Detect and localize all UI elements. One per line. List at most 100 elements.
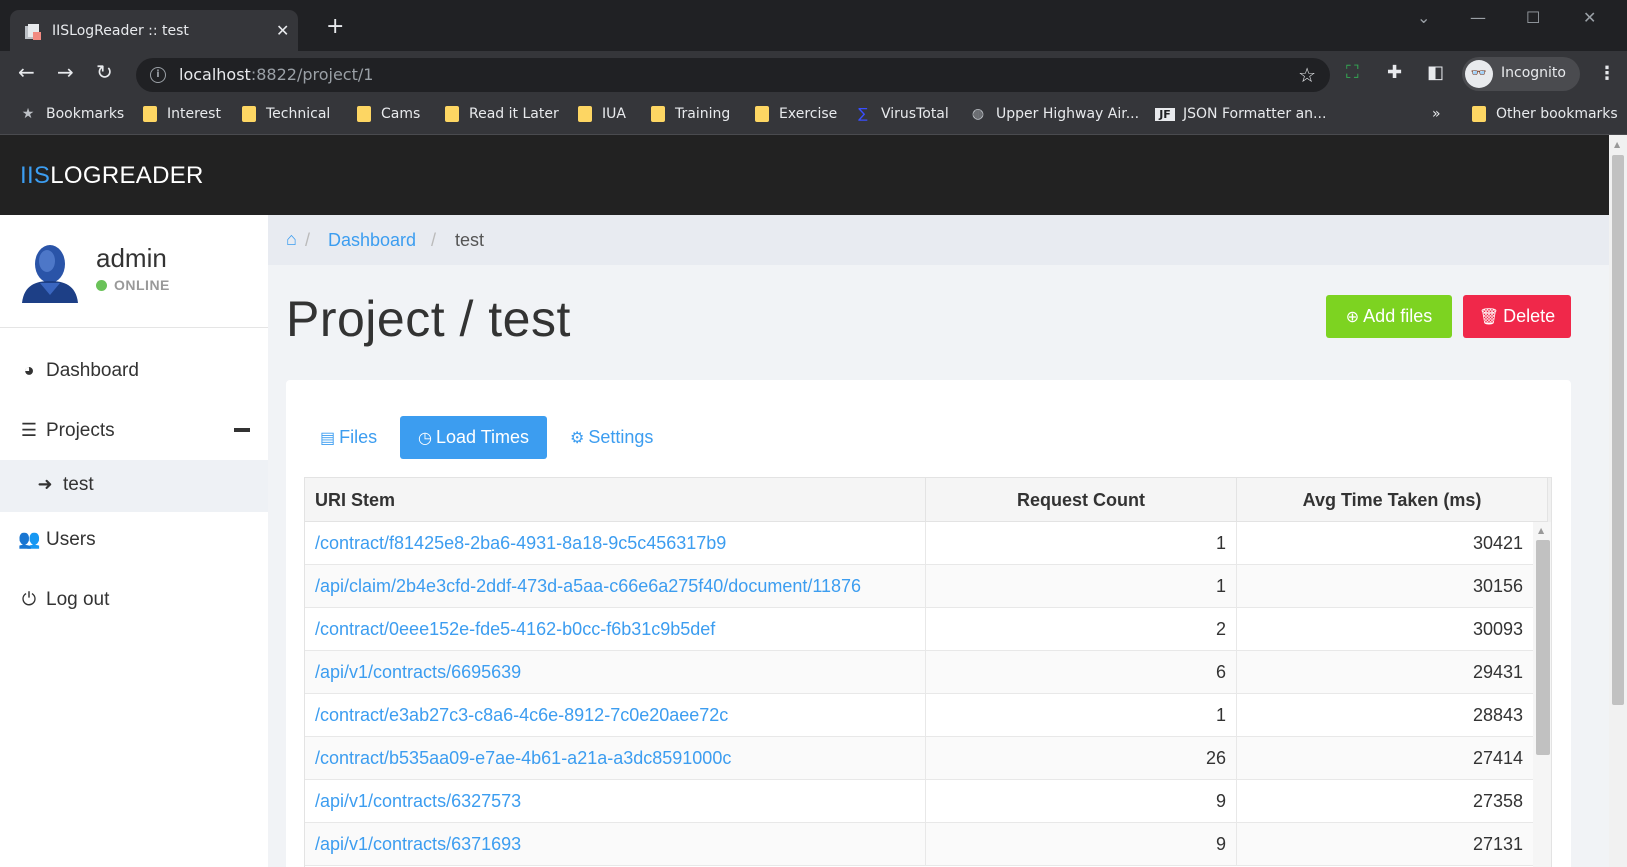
browser-menu-icon[interactable]: ⋮	[1598, 63, 1616, 84]
uri-stem-link[interactable]: /contract/0eee152e-fde5-4162-b0cc-f6b31c…	[305, 608, 926, 651]
folder-icon	[578, 106, 592, 122]
avg-time-cell: 27414	[1472, 748, 1523, 768]
load-times-table: URI Stem Request Count Avg Time Taken (m…	[304, 477, 1552, 867]
side-panel-icon[interactable]: ◧	[1427, 64, 1444, 82]
arrow-right-icon: ➜	[37, 474, 53, 494]
bookmark-folder-training[interactable]: Training	[651, 106, 730, 122]
delete-button[interactable]: 🗑 Delete	[1463, 295, 1571, 338]
folder-icon	[651, 106, 665, 122]
page-scrollbar[interactable]: ▲	[1609, 135, 1627, 867]
json-formatter-icon: JF	[1155, 107, 1175, 121]
table-row: /api/v1/contracts/6327573 9 27358	[305, 780, 1533, 823]
table-row: /contract/0eee152e-fde5-4162-b0cc-f6b31c…	[305, 608, 1533, 651]
bookmark-folder-cams[interactable]: Cams	[357, 106, 420, 122]
scroll-up-icon[interactable]: ▲	[1538, 526, 1544, 535]
tab-files[interactable]: ▤ Files	[302, 416, 395, 459]
table-row: /contract/f81425e8-2ba6-4931-8a18-9c5c45…	[305, 522, 1533, 565]
new-tab-icon[interactable]: +	[326, 16, 344, 38]
bookmark-folder-interest[interactable]: Interest	[143, 106, 221, 122]
back-icon[interactable]: ←	[18, 62, 35, 82]
sidebar-item-project-test[interactable]: ➜ test	[0, 460, 268, 512]
dashboard-icon: ◕	[23, 360, 35, 380]
sidebar-item-users[interactable]: 👥 Users	[0, 515, 268, 567]
table-scrollbar-thumb[interactable]	[1536, 540, 1550, 755]
bookmark-star-icon[interactable]: ☆	[1298, 63, 1316, 87]
minimize-icon[interactable]: —	[1470, 8, 1486, 27]
breadcrumb: ⌂ / Dashboard / test	[268, 215, 1609, 265]
tab-settings[interactable]: ⚙ Settings	[552, 416, 671, 459]
users-icon: 👥	[18, 529, 41, 549]
bookmark-upper-highway[interactable]: ◍ Upper Highway Air...	[968, 106, 1139, 122]
sidebar-item-logout[interactable]: ⏻ Log out	[0, 575, 268, 627]
browser-tab[interactable]: IISLogReader :: test ✕	[10, 10, 298, 51]
bookmark-folder-technical[interactable]: Technical	[242, 106, 330, 122]
app-logo[interactable]: IISLOGREADER	[20, 162, 204, 190]
scroll-up-icon[interactable]: ▲	[1614, 140, 1620, 149]
page-scrollbar-thumb[interactable]	[1612, 155, 1624, 705]
breadcrumb-separator: /	[305, 230, 311, 250]
reload-icon[interactable]: ↻	[96, 62, 113, 82]
tab-load-times[interactable]: ◷ Load Times	[400, 416, 548, 459]
table-body: /contract/f81425e8-2ba6-4931-8a18-9c5c45…	[305, 522, 1533, 866]
bookmark-bookmarks[interactable]: ★ Bookmarks	[18, 106, 125, 122]
uri-stem-link[interactable]: /contract/f81425e8-2ba6-4931-8a18-9c5c45…	[305, 522, 926, 565]
incognito-profile-button[interactable]: 👓 Incognito	[1462, 57, 1580, 91]
folder-icon	[357, 106, 371, 122]
address-url: localhost:8822/project/1	[179, 65, 374, 84]
uri-stem-link[interactable]: /api/v1/contracts/6371693	[305, 823, 926, 866]
table-scrollbar[interactable]: ▲	[1533, 522, 1551, 867]
uri-stem-link[interactable]: /api/v1/contracts/6327573	[305, 780, 926, 823]
uri-stem-link[interactable]: /api/v1/contracts/6695639	[305, 651, 926, 694]
incognito-label: Incognito	[1501, 65, 1566, 81]
bookmarks-overflow-chevron-icon[interactable]: »	[1432, 106, 1441, 122]
page-title: Project / test	[286, 291, 571, 347]
breadcrumb-dashboard-link[interactable]: Dashboard	[328, 230, 416, 251]
uri-stem-link[interactable]: /contract/b535aa09-e7ae-4b61-a21a-a3dc85…	[305, 737, 926, 780]
table-row: /api/claim/2b4e3cfd-2ddf-473d-a5aa-c66e6…	[305, 565, 1533, 608]
bars-icon: ☰	[20, 420, 38, 440]
browser-tab-strip: IISLogReader :: test ✕ + ⌄ — ☐ ✕	[0, 0, 1627, 51]
request-count-cell: 26	[926, 737, 1237, 780]
forward-icon[interactable]: →	[57, 62, 74, 82]
request-count-cell: 9	[926, 823, 1237, 866]
bookmark-folder-read-it-later[interactable]: Read it Later	[445, 106, 559, 122]
power-icon: ⏻	[21, 589, 37, 609]
address-bar[interactable]: i localhost:8822/project/1 ☆	[136, 58, 1330, 92]
request-count-cell: 1	[926, 522, 1237, 565]
plus-circle-icon: ⊕	[1345, 308, 1360, 326]
sidebar-item-projects[interactable]: ☰ Projects	[0, 406, 268, 458]
site-info-icon[interactable]: i	[150, 67, 166, 83]
avg-time-cell: 27358	[1472, 791, 1523, 811]
extensions-icon[interactable]: ✚	[1387, 64, 1402, 82]
uri-stem-link[interactable]: /contract/e3ab27c3-c8a6-4c6e-8912-7c0e20…	[305, 694, 926, 737]
header-scroll-spacer	[1548, 478, 1551, 522]
add-files-button[interactable]: ⊕ Add files	[1326, 295, 1452, 338]
tab-search-icon[interactable]: ⌄	[1417, 8, 1430, 27]
column-header-avg-time[interactable]: Avg Time Taken (ms)	[1237, 478, 1548, 522]
bookmark-virustotal[interactable]: ∑ VirusTotal	[853, 106, 949, 122]
folder-icon	[143, 106, 157, 122]
bookmark-folder-exercise[interactable]: Exercise	[755, 106, 837, 122]
online-status-icon	[96, 279, 107, 291]
uri-stem-link[interactable]: /api/claim/2b4e3cfd-2ddf-473d-a5aa-c66e6…	[305, 565, 926, 608]
column-header-uri-stem[interactable]: URI Stem	[305, 478, 926, 522]
bookmark-folder-other[interactable]: Other bookmarks	[1472, 106, 1618, 122]
home-icon[interactable]: ⌂	[286, 229, 297, 250]
file-icon: ▤	[320, 429, 336, 447]
bookmark-json-formatter[interactable]: JF JSON Formatter an...	[1155, 106, 1326, 122]
folder-icon	[1472, 106, 1486, 122]
screenshot-extension-icon[interactable]: ⛶	[1346, 64, 1359, 82]
avg-time-cell: 28843	[1472, 705, 1523, 725]
collapse-icon[interactable]	[234, 428, 250, 432]
user-name: admin	[96, 243, 167, 273]
maximize-icon[interactable]: ☐	[1526, 8, 1540, 27]
tab-title: IISLogReader :: test	[52, 23, 189, 39]
close-window-icon[interactable]: ✕	[1583, 8, 1596, 27]
table-header: URI Stem Request Count Avg Time Taken (m…	[305, 478, 1551, 522]
gear-icon: ⚙	[570, 429, 585, 447]
sidebar-item-dashboard[interactable]: ◕ Dashboard	[0, 346, 268, 398]
close-tab-icon[interactable]: ✕	[276, 21, 289, 40]
column-header-request-count[interactable]: Request Count	[926, 478, 1237, 522]
bookmark-folder-iua[interactable]: IUA	[578, 106, 626, 122]
table-row: /api/v1/contracts/6695639 6 29431	[305, 651, 1533, 694]
